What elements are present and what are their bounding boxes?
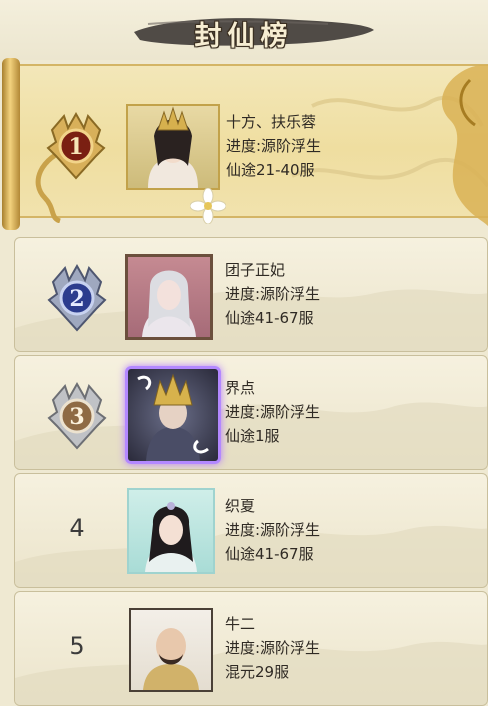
player-name: 团子正妃 — [225, 261, 286, 279]
player-info: 团子正妃 进度:源阶浮生 仙途41-67服 — [225, 258, 320, 330]
player-server: 仙途41-67服 — [225, 309, 314, 327]
player-progress: 进度:源阶浮生 — [225, 521, 321, 539]
player-progress: 进度:源阶浮生 — [225, 285, 321, 303]
ranking-row-3[interactable]: 3 界点 进度:源阶浮生 仙途1服 — [14, 355, 488, 470]
player-server: 仙途21-40服 — [226, 161, 315, 179]
player-progress: 进度:源阶浮生 — [226, 137, 322, 155]
gold-rank-medal: 1 — [46, 112, 106, 180]
ranking-row-5[interactable]: 5 牛二 进度:源阶浮生 混元29服 — [14, 591, 488, 706]
scroll-roller — [2, 58, 20, 230]
flower-decoration — [190, 188, 226, 224]
player-name: 界点 — [225, 379, 256, 397]
player-avatar[interactable] — [126, 104, 220, 190]
player-progress: 进度:源阶浮生 — [225, 639, 321, 657]
page-header: 封仙榜 — [0, 0, 488, 60]
player-info: 织夏 进度:源阶浮生 仙途41-67服 — [225, 494, 320, 566]
rank-number: 1 — [68, 134, 83, 160]
blue-rank-medal: 2 — [47, 264, 107, 332]
phoenix-ornament — [441, 65, 488, 226]
player-name: 牛二 — [225, 615, 256, 633]
player-info: 牛二 进度:源阶浮生 混元29服 — [225, 612, 320, 684]
silver-rank-medal: 3 — [47, 382, 107, 450]
rank-number: 5 — [69, 632, 85, 660]
player-server: 仙途41-67服 — [225, 545, 314, 563]
player-server: 仙途1服 — [225, 427, 280, 445]
page-title: 封仙榜 — [194, 21, 294, 52]
ranking-row-2[interactable]: 2 团子正妃 进度:源阶浮生 仙途41-67服 — [14, 237, 488, 352]
player-avatar[interactable] — [125, 254, 213, 340]
player-server: 混元29服 — [225, 663, 290, 681]
rank-number: 3 — [69, 404, 84, 430]
player-avatar[interactable] — [125, 366, 221, 464]
rank-number: 4 — [69, 514, 85, 542]
player-info: 界点 进度:源阶浮生 仙途1服 — [225, 376, 320, 448]
player-name: 织夏 — [225, 497, 256, 515]
ranking-row-4[interactable]: 4 织夏 进度:源阶浮生 仙途41-67服 — [14, 473, 488, 588]
player-progress: 进度:源阶浮生 — [225, 403, 321, 421]
player-avatar[interactable] — [129, 608, 213, 692]
player-avatar[interactable] — [127, 488, 215, 574]
rank-number: 2 — [69, 286, 84, 312]
ranking-row-1[interactable]: 1 十方、扶乐蓉 进度:源阶浮生 仙途21-40服 — [0, 58, 488, 230]
player-info: 十方、扶乐蓉 进度:源阶浮生 仙途21-40服 — [226, 110, 321, 182]
player-name: 十方、扶乐蓉 — [226, 113, 317, 131]
